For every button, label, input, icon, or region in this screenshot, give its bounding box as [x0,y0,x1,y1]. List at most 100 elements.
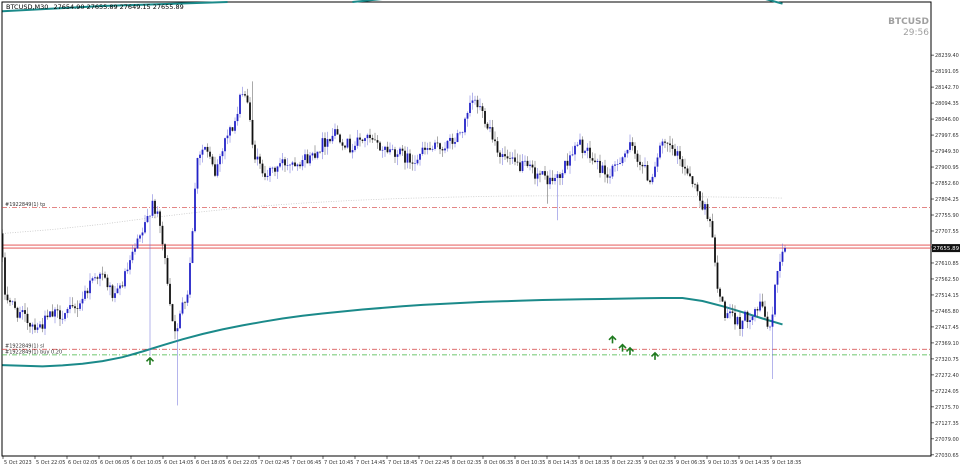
candle[interactable] [509,151,511,165]
candle[interactable] [71,297,74,308]
candle[interactable] [319,151,321,154]
candle[interactable] [486,122,489,131]
candle[interactable] [561,169,564,185]
candle[interactable] [106,274,109,291]
candle[interactable] [331,128,334,144]
candle[interactable] [554,174,556,185]
candle[interactable] [294,157,296,167]
candle[interactable] [26,307,29,330]
candle[interactable] [214,156,216,178]
candle[interactable] [631,137,634,151]
candle[interactable] [326,131,329,155]
candle[interactable] [234,117,236,134]
candle[interactable] [744,310,746,322]
candle[interactable] [199,151,201,166]
candle[interactable] [664,138,666,149]
candle[interactable] [389,142,391,155]
candle[interactable] [751,315,754,326]
candle[interactable] [414,155,416,172]
candle[interactable] [454,137,456,148]
candle[interactable] [94,273,96,281]
candle[interactable] [706,198,709,222]
candle[interactable] [714,234,716,267]
candle[interactable] [544,165,546,180]
candle[interactable] [419,153,421,166]
candle[interactable] [221,148,224,164]
candle[interactable] [46,309,49,320]
candle[interactable] [244,91,246,98]
candle[interactable] [39,321,41,329]
candle[interactable] [621,156,624,166]
candle[interactable] [64,312,66,322]
candle[interactable] [376,135,379,149]
candle[interactable] [194,182,196,233]
candle[interactable] [114,286,116,303]
candle[interactable] [741,320,744,337]
candle[interactable] [171,303,174,322]
candle[interactable] [476,95,479,114]
candle[interactable] [11,300,14,306]
candle[interactable] [49,311,51,318]
candle[interactable] [384,145,386,157]
candle[interactable] [379,140,381,151]
candle[interactable] [36,322,39,334]
candle[interactable] [251,81,254,149]
candle[interactable] [479,98,481,111]
candle[interactable] [366,133,369,146]
candle[interactable] [129,255,131,275]
candle[interactable] [266,169,269,181]
candle[interactable] [426,142,429,155]
candle[interactable] [659,142,661,160]
candle[interactable] [774,283,776,317]
candle[interactable] [59,305,61,327]
candle[interactable] [534,160,536,185]
candle[interactable] [209,146,211,160]
candle[interactable] [306,149,309,164]
candle[interactable] [629,134,631,153]
candle[interactable] [494,131,496,146]
candle[interactable] [69,296,71,314]
candle[interactable] [526,156,529,168]
candle[interactable] [691,176,694,188]
candle[interactable] [41,317,44,333]
candle[interactable] [44,310,46,336]
candle[interactable] [391,144,394,151]
candle[interactable] [501,148,504,166]
candle[interactable] [496,136,499,157]
candle[interactable] [119,282,121,296]
candle[interactable] [514,149,516,166]
candle[interactable] [6,286,9,304]
candle[interactable] [566,153,569,170]
candle[interactable] [374,132,376,141]
candle[interactable] [86,287,89,299]
candle[interactable] [549,169,551,190]
candle[interactable] [651,173,654,185]
candle[interactable] [284,156,286,172]
candle[interactable] [696,182,699,196]
candle[interactable] [656,153,659,173]
candle[interactable] [121,281,124,289]
candle[interactable] [204,146,206,151]
candle[interactable] [124,268,126,289]
candle[interactable] [321,132,324,160]
candle[interactable] [429,141,431,151]
candle[interactable] [136,234,139,249]
candle[interactable] [66,307,69,318]
candle[interactable] [461,131,464,139]
candle[interactable] [54,307,56,324]
candle[interactable] [296,163,299,171]
candle[interactable] [21,305,24,320]
candle[interactable] [444,142,446,154]
candle[interactable] [719,287,721,303]
candle[interactable] [556,171,559,221]
candle[interactable] [371,134,374,144]
candle[interactable] [619,157,621,165]
candle[interactable] [19,306,21,319]
candle[interactable] [181,297,184,316]
candle[interactable] [466,111,469,127]
candle[interactable] [139,233,141,243]
candle[interactable] [166,255,169,286]
candle[interactable] [406,146,409,169]
candle[interactable] [31,322,34,335]
candle[interactable] [336,125,339,135]
